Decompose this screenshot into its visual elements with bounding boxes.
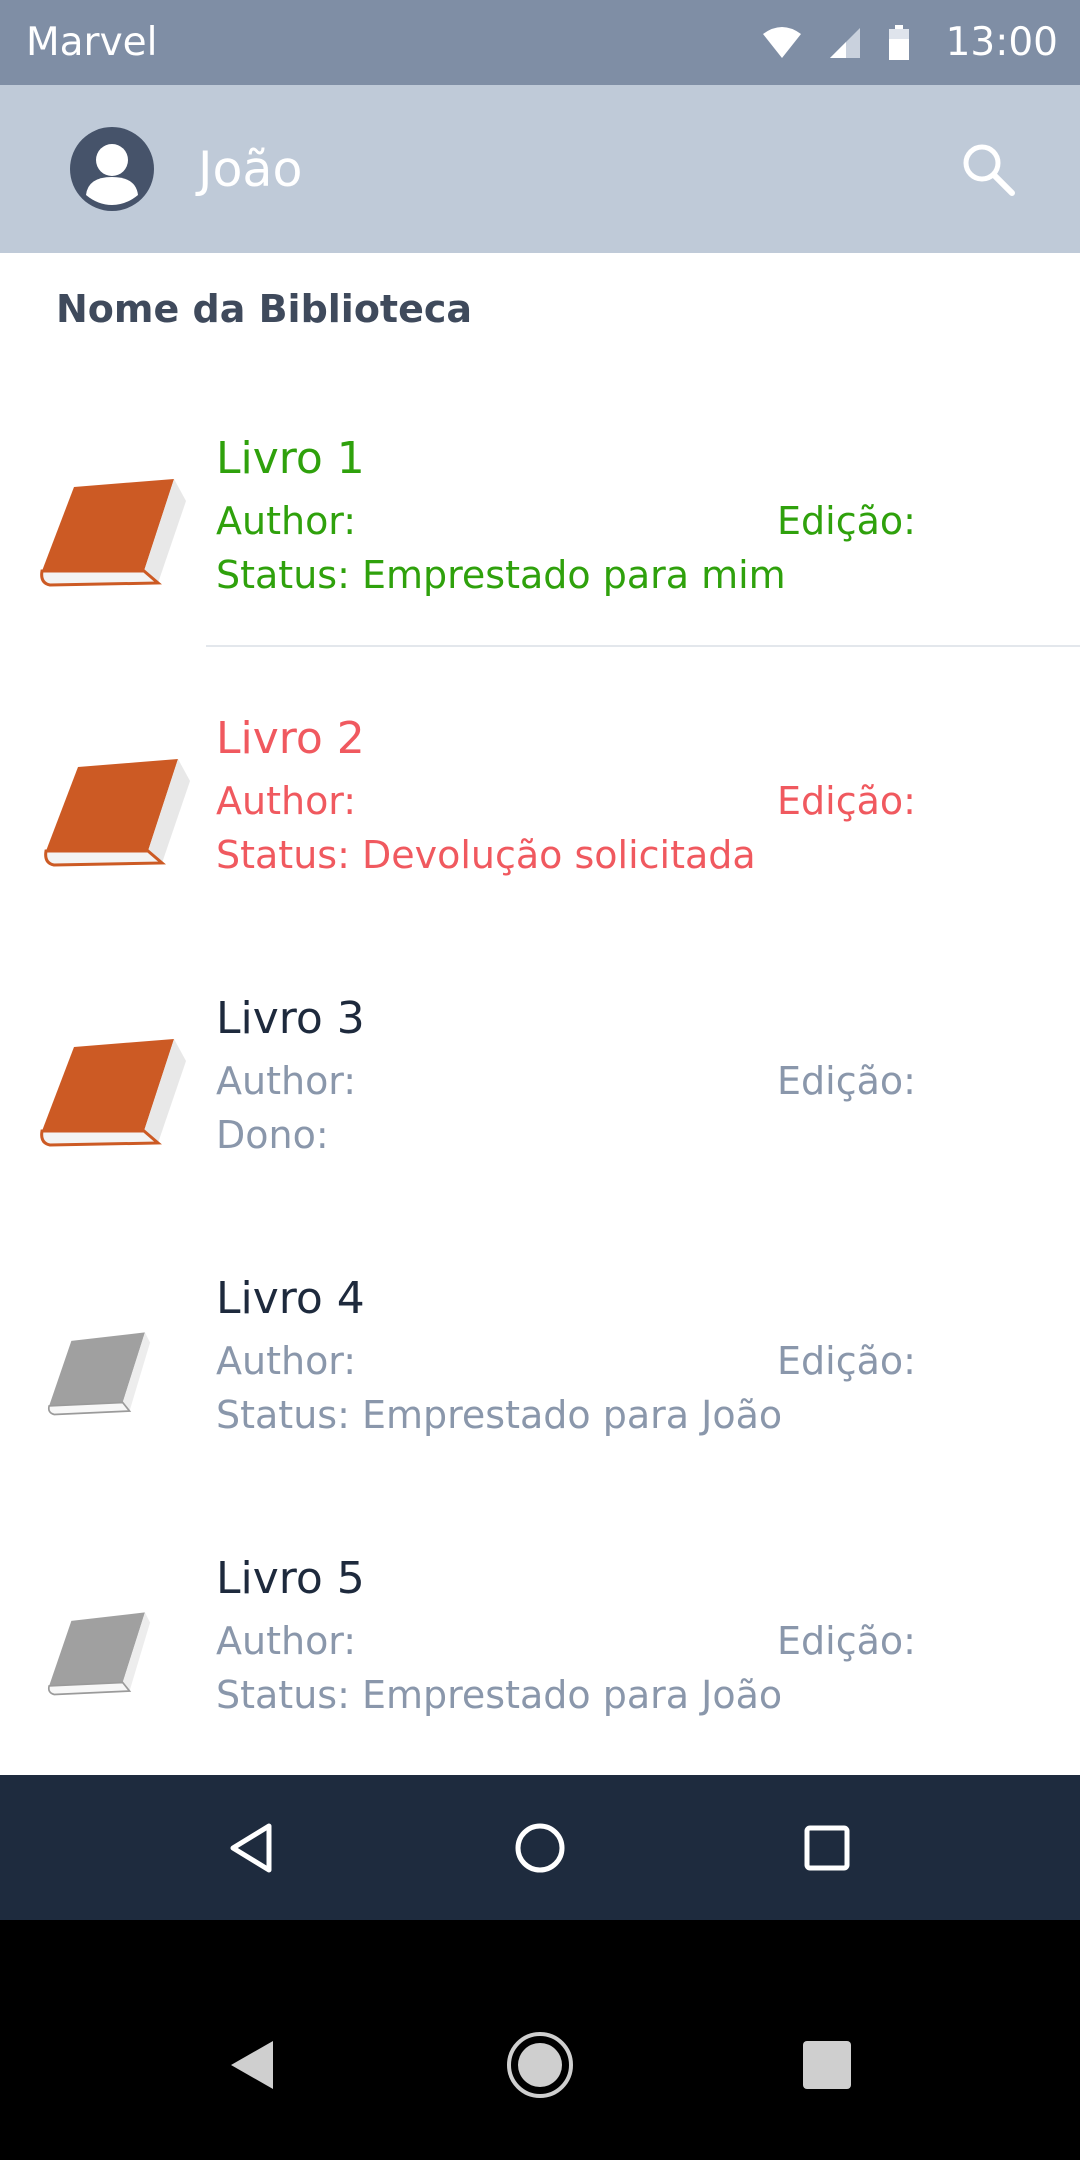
system-navigation-bar <box>0 1920 1080 2160</box>
app-bar: João <box>0 85 1080 253</box>
app-navigation-bar <box>0 1775 1080 1920</box>
signal-icon <box>829 27 860 58</box>
system-recents-button[interactable] <box>782 2020 872 2110</box>
book-status: Status: Devolução solicitada <box>216 833 756 877</box>
recents-square-icon <box>802 2041 851 2089</box>
carrier-label: Marvel <box>26 20 158 65</box>
status-bar: Marvel 13:00 <box>0 0 1080 85</box>
back-triangle-icon <box>230 1823 272 1872</box>
book-edition: Edição: <box>777 1339 916 1383</box>
book-title: Livro 1 <box>216 433 365 484</box>
book-orange-icon <box>40 1039 186 1147</box>
home-circle-icon <box>515 1823 565 1872</box>
battery-icon <box>888 24 909 60</box>
search-icon <box>963 144 1015 196</box>
back-triangle-icon <box>231 2041 274 2089</box>
home-button[interactable] <box>505 1813 575 1883</box>
book-item-3[interactable]: Livro 3 Author: Edição: Dono: <box>0 993 1080 1273</box>
book-orange-icon <box>44 759 190 867</box>
book-author: Author: <box>216 1619 357 1663</box>
system-home-button[interactable] <box>495 2020 585 2110</box>
book-author: Author: <box>216 779 357 823</box>
book-status: Status: Emprestado para mim <box>216 553 786 597</box>
recents-square-icon <box>804 1825 850 1870</box>
back-button[interactable] <box>218 1813 288 1883</box>
book-title: Livro 3 <box>216 993 365 1044</box>
divider <box>206 645 1080 647</box>
book-author: Author: <box>216 1339 357 1383</box>
book-owner: Dono: <box>216 1113 329 1157</box>
home-circle-icon <box>506 2032 573 2098</box>
recents-button[interactable] <box>792 1813 862 1883</box>
system-back-button[interactable] <box>208 2020 298 2110</box>
clock: 13:00 <box>945 20 1058 65</box>
book-edition: Edição: <box>777 1619 916 1663</box>
book-item-4[interactable]: Livro 4 Author: Edição: Status: Empresta… <box>0 1273 1080 1553</box>
book-item-1[interactable]: Livro 1 Author: Edição: Status: Empresta… <box>0 433 1080 713</box>
book-title: Livro 2 <box>216 713 365 764</box>
book-gray-icon <box>47 1612 151 1696</box>
library-title: Nome da Biblioteca <box>56 287 473 331</box>
book-title: Livro 5 <box>216 1553 365 1604</box>
avatar-icon[interactable] <box>70 127 154 211</box>
book-edition: Edição: <box>777 1059 916 1103</box>
book-status: Status: Emprestado para João <box>216 1673 783 1717</box>
status-icons: 13:00 <box>762 20 1058 65</box>
book-author: Author: <box>216 1059 357 1103</box>
wifi-icon <box>762 26 801 58</box>
user-name: João <box>198 140 303 198</box>
book-status: Status: Emprestado para João <box>216 1393 783 1437</box>
book-title: Livro 4 <box>216 1273 365 1324</box>
book-orange-icon <box>40 479 186 587</box>
book-edition: Edição: <box>777 779 916 823</box>
book-item-2[interactable]: Livro 2 Author: Edição: Status: Devoluçã… <box>0 713 1080 993</box>
book-author: Author: <box>216 499 357 543</box>
book-edition: Edição: <box>777 499 916 543</box>
book-gray-icon <box>47 1332 151 1416</box>
search-button[interactable] <box>956 137 1020 201</box>
book-list-screen: Nome da Biblioteca Livro 1 Author: Ediçã… <box>0 253 1080 1775</box>
